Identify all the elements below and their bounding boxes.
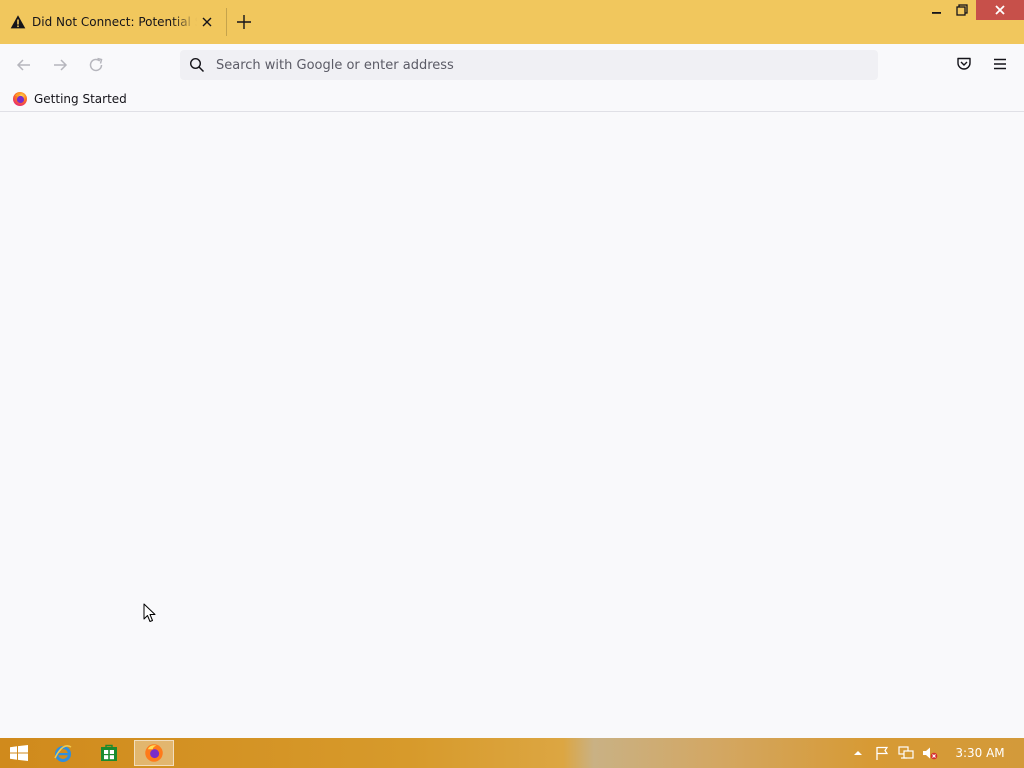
- store-icon: [101, 744, 117, 761]
- firefox-icon: [145, 744, 163, 762]
- taskbar-internet-explorer[interactable]: [43, 740, 83, 766]
- title-bar: Did Not Connect: Potential Security Issu…: [0, 0, 1024, 44]
- bookmark-getting-started[interactable]: Getting Started: [8, 89, 131, 109]
- restore-icon[interactable]: [951, 2, 973, 18]
- internet-explorer-icon: [54, 745, 72, 762]
- volume-muted-icon[interactable]: [922, 746, 938, 760]
- taskbar-store[interactable]: [89, 740, 129, 766]
- taskbar: 3:30 AM: [0, 738, 1024, 768]
- address-bar[interactable]: [180, 50, 878, 80]
- bookmark-label: Getting Started: [34, 92, 127, 106]
- arrow-left-icon[interactable]: [14, 55, 34, 75]
- navigation-bar: [0, 44, 1024, 86]
- flag-icon[interactable]: [874, 746, 890, 760]
- show-hidden-icons-icon[interactable]: [850, 746, 866, 760]
- hamburger-menu-icon[interactable]: [991, 55, 1009, 73]
- taskbar-firefox[interactable]: [134, 740, 174, 766]
- new-tab-icon[interactable]: [235, 13, 253, 31]
- minimize-icon[interactable]: [925, 2, 947, 18]
- tab-current[interactable]: Did Not Connect: Potential Security Issu…: [0, 0, 220, 44]
- address-input[interactable]: [214, 54, 864, 76]
- search-icon: [189, 57, 205, 73]
- network-icon[interactable]: [898, 746, 914, 760]
- warning-icon: [10, 15, 26, 29]
- page-content: [0, 112, 1024, 738]
- window-close-button[interactable]: [976, 0, 1024, 20]
- arrow-right-icon[interactable]: [50, 55, 70, 75]
- tab-title: Did Not Connect: Potential Security Issu…: [32, 15, 197, 29]
- bookmarks-toolbar: Getting Started: [0, 86, 1024, 112]
- taskbar-clock[interactable]: 3:30 AM: [950, 746, 1010, 760]
- pocket-icon[interactable]: [955, 55, 973, 73]
- tab-close-icon[interactable]: [199, 14, 215, 30]
- mouse-pointer-icon: [143, 603, 156, 622]
- tab-separator: [226, 8, 227, 36]
- close-icon: [995, 5, 1005, 15]
- reload-icon[interactable]: [86, 55, 106, 75]
- windows-start-icon[interactable]: [10, 745, 28, 761]
- firefox-icon: [13, 92, 27, 106]
